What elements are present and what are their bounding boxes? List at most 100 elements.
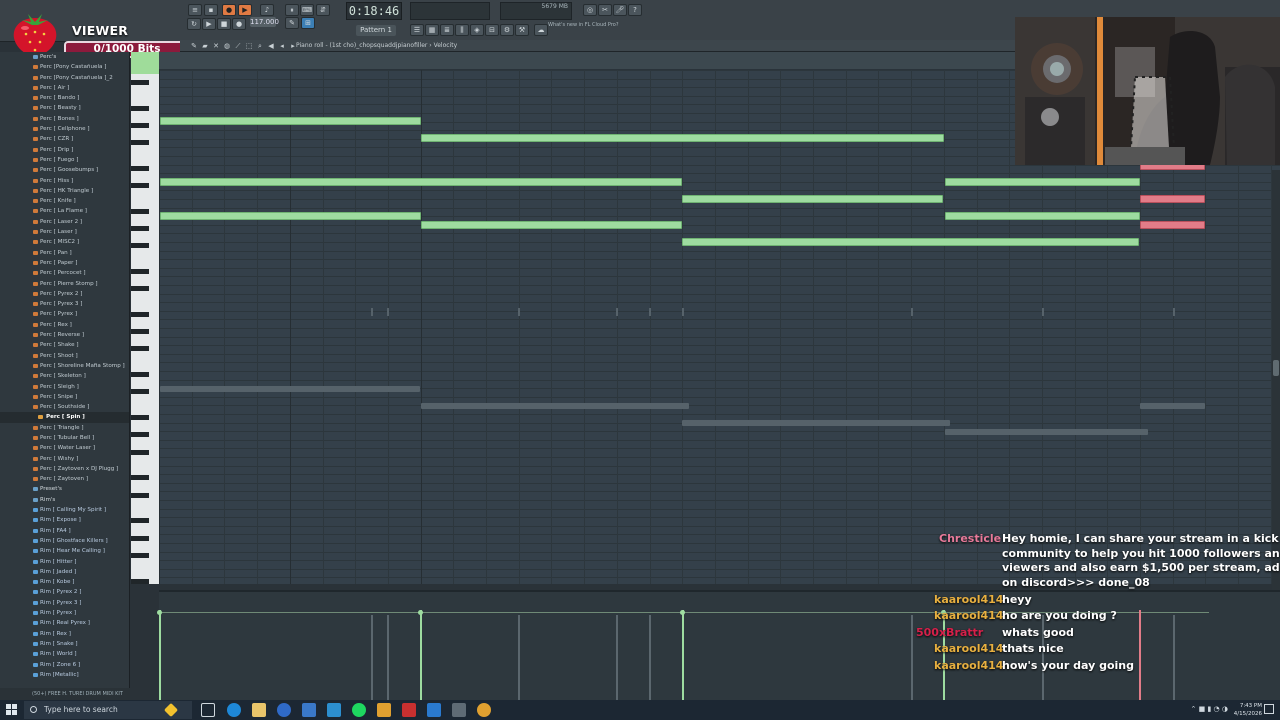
black-key[interactable] [131,552,149,558]
mail-icon[interactable] [302,703,316,717]
midi-note[interactable] [421,221,682,229]
tempo-display[interactable]: 117.000 [250,17,279,27]
velocity-handle[interactable] [680,610,685,615]
settings-icon[interactable]: ⚙ [500,24,514,36]
browser-item[interactable]: Rim [ Kobe ] [0,577,129,587]
browser-item[interactable]: Rim [ Rex ] [0,629,129,639]
browser-item[interactable]: Perc [ Southside ] [0,402,129,412]
browser-item[interactable]: Perc [ Wishy ] [0,454,129,464]
browser-item[interactable]: Perc [ CZR ] [0,134,129,144]
black-key[interactable] [131,518,149,524]
midi-note[interactable] [945,212,1140,220]
browser-item[interactable]: Perc [ Pyrex 2 ] [0,289,129,299]
midi-note[interactable] [1140,195,1205,203]
browser-item[interactable]: Perc [ La Flame ] [0,206,129,216]
typing-keyboard-icon[interactable]: ⌨ [300,4,314,16]
midi-note[interactable] [682,195,943,203]
metronome-icon[interactable]: ♪ [260,4,274,16]
browser-item[interactable]: Rim [ Zone 6 ] [0,660,129,670]
black-key[interactable] [131,208,149,214]
browser-item[interactable]: Perc [ HK Triangle ] [0,186,129,196]
browser-item[interactable]: Perc [ Skeleton ] [0,371,129,381]
plugin-icon[interactable]: ◈ [470,24,484,36]
vertical-scrollbar[interactable] [1272,170,1280,590]
browser-item[interactable]: Perc [ Bando ] [0,93,129,103]
browser-item[interactable]: Perc [ MISC2 ] [0,237,129,247]
browser-item[interactable]: Perc [ Reverse ] [0,330,129,340]
piano-roll-icon[interactable]: ▦ [425,24,439,36]
spotify-icon[interactable] [352,703,366,717]
midi-note[interactable] [1140,221,1205,229]
black-key[interactable] [131,312,149,317]
edge-icon[interactable] [227,703,241,717]
browser-item[interactable]: Perc [ Shake ] [0,340,129,350]
black-key[interactable] [131,286,149,292]
song-time-display[interactable]: 0:18:46 [346,2,402,20]
chat-username[interactable]: 500xBrattr [916,626,983,641]
browser-item[interactable]: Rim [ Hitter ] [0,557,129,567]
black-key[interactable] [131,243,149,249]
mic-icon[interactable]: 🎤︎ [613,4,627,16]
browser-item[interactable]: Rim [ Calling My Spirit ] [0,505,129,515]
browser-item[interactable]: Perc [ Tubular Bell ] [0,433,129,443]
black-key[interactable] [131,346,149,352]
black-key[interactable] [131,415,149,421]
browser-item[interactable]: Perc [ Drip ] [0,145,129,155]
velocity-bar[interactable] [649,615,651,700]
browser-item[interactable]: Perc [ Snipe ] [0,392,129,402]
browser-app-icon[interactable] [277,703,291,717]
scroll-thumb[interactable] [1273,360,1279,376]
browser-item[interactable]: Rim [ Snake ] [0,639,129,649]
speaker-icon[interactable]: ◂ [278,42,286,50]
black-key[interactable] [131,226,149,231]
browser-item[interactable]: Perc [ Triangle ] [0,423,129,433]
channel-rack-icon[interactable]: ≣ [440,24,454,36]
velocity-handle[interactable] [418,610,423,615]
slice-tool-icon[interactable]: ⟋ [234,42,242,50]
paint-tool-icon[interactable]: ▰ [201,42,209,50]
velocity-handle[interactable] [157,610,162,615]
snap-icon[interactable]: ⊞ [301,17,315,29]
browser-item[interactable]: Rim [ Jaded ] [0,567,129,577]
black-key[interactable] [131,105,149,111]
notification-icon[interactable] [1264,704,1274,714]
black-key[interactable] [131,372,149,378]
midi-note[interactable] [421,134,944,142]
browser-item[interactable]: Rim [ Ghostface Killers ] [0,536,129,546]
browser-item[interactable]: Perc [ Paper ] [0,258,129,268]
mixer-icon[interactable]: ⫼ [455,24,469,36]
browser-item[interactable]: Rim [ Pyrex 3 ] [0,598,129,608]
draw-tool-icon[interactable]: ✎ [190,42,198,50]
record-mode-button[interactable]: ● [222,4,236,16]
pat-song-toggle[interactable]: ▪ [204,4,218,16]
step-edit-icon[interactable]: ⇵ [316,4,330,16]
system-tray[interactable]: ⌃ ■ ▮ ◔ ◑ [1191,705,1228,713]
piano-keyboard[interactable] [131,52,159,584]
song-mode-button[interactable]: ▶ [238,4,252,16]
browser-item[interactable]: Perc [ Knife ] [0,196,129,206]
browser-item[interactable]: Perc [ Hiss ] [0,176,129,186]
wait-icon[interactable]: ⏸ [285,4,299,16]
browser-folder[interactable]: Rim's [0,495,129,505]
velocity-bar[interactable] [420,610,422,700]
news-panel[interactable]: What's new in FL Cloud Pro? [548,22,632,36]
browser-item[interactable]: Perc [Pony Castañuela ] [0,62,129,72]
menu-icon[interactable]: ≡ [188,4,202,16]
black-key[interactable] [131,329,149,335]
black-key[interactable] [131,389,149,395]
chat-username[interactable]: kaarool414 [934,593,1003,608]
black-key[interactable] [131,449,149,455]
black-key[interactable] [131,79,149,85]
tools-icon[interactable]: ⚒ [515,24,529,36]
browser-item[interactable]: Perc [ Goosebumps ] [0,165,129,175]
velocity-bar[interactable] [159,610,161,700]
vscode-icon[interactable] [427,703,441,717]
velocity-bar[interactable] [616,615,618,700]
midi-note[interactable] [945,178,1140,186]
black-key[interactable] [131,269,149,274]
browser-item[interactable]: Perc [ Zaytoven x DJ Plugg ] [0,464,129,474]
midi-note[interactable] [160,117,421,125]
browser-item[interactable]: Perc [ Pan ] [0,248,129,258]
browser-item[interactable]: Perc [ Bones ] [0,114,129,124]
window-icon[interactable] [452,703,466,717]
